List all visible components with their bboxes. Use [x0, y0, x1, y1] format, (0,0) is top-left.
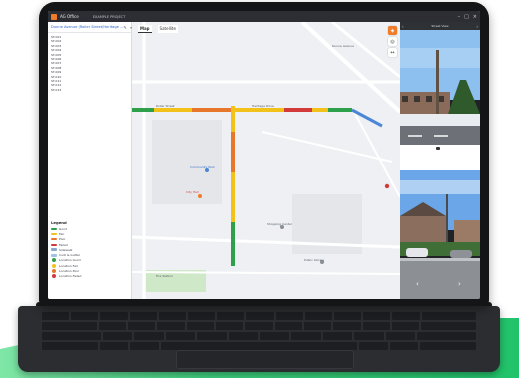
street-view-header: ‹ Street View › — [400, 22, 480, 30]
legend-swatch — [52, 258, 56, 263]
legend-label: Good — [59, 226, 67, 231]
legend-label: Poor — [59, 237, 66, 242]
map-label-5: City Hall — [186, 190, 199, 194]
legend-label: Location Good — [59, 258, 81, 263]
legend-label: Curb & Gutter — [59, 253, 81, 258]
edit-icon[interactable]: ✎ — [123, 25, 126, 30]
panel-divider — [400, 145, 480, 170]
project-label[interactable]: Dunne Avenue (Roller Street/Heritage ... — [51, 25, 123, 29]
legend-label: Failed — [59, 242, 68, 247]
pan-right-icon[interactable]: › — [458, 280, 461, 288]
legend-label: Location Failed — [59, 274, 82, 279]
tab-satellite[interactable]: Satellite — [157, 25, 178, 33]
street-view-panel: ‹ Street View › ‹ › — [400, 22, 480, 299]
legend-label: Fair — [59, 231, 65, 236]
legend-title: Legend — [51, 220, 67, 225]
legend-swatch — [52, 269, 56, 274]
laptop-screen: AG Office EXAMPLE PROJECT – □ × Dunne Av… — [48, 11, 480, 299]
street-view-title: Street View — [431, 24, 449, 28]
tab-map[interactable]: Map — [138, 25, 152, 33]
minimize-icon[interactable]: – — [458, 14, 461, 20]
pin-icon — [384, 183, 390, 189]
street-view-image-top[interactable] — [400, 30, 480, 145]
legend-label: Location Poor — [59, 269, 80, 274]
keyboard-keys — [42, 312, 477, 350]
project-sidebar: Dunne Avenue (Roller Street/Heritage ...… — [48, 22, 133, 299]
map-label-8: Fire Station — [156, 274, 173, 278]
next-icon[interactable]: › — [476, 24, 478, 29]
close-icon[interactable]: × — [473, 14, 477, 20]
touchpad — [176, 350, 354, 369]
map-view[interactable]: Map Satellite ◈ ◎ ↔ Roller Street Herita… — [132, 22, 400, 299]
legend-swatch — [51, 238, 57, 241]
map-canvas[interactable] — [132, 22, 400, 299]
map-legend: Legend Good Fair Poor Failed Sidewalk Curb & … — [51, 220, 127, 279]
legend-label: Location Fair — [59, 263, 78, 268]
layers-icon[interactable]: ◈ — [388, 26, 397, 35]
legend-item: Location Failed — [51, 274, 127, 279]
map-label-4: Community Park — [190, 165, 215, 169]
map-label-1: Roller Street — [156, 104, 175, 108]
map-label-6: Shopping Center — [267, 222, 293, 226]
product-shot: AG Office EXAMPLE PROJECT – □ × Dunne Av… — [0, 0, 519, 378]
legend-swatch — [52, 263, 56, 268]
legend-swatch — [52, 274, 56, 279]
map-label-3: Dunne Avenue — [332, 44, 354, 48]
map-tools: ◈ ◎ ↔ — [388, 26, 397, 57]
segment-list: ST-001 ST-002 ST-003 ST-004 ST-005 ST-006 ST-0… — [48, 33, 131, 94]
maximize-icon[interactable]: □ — [464, 14, 469, 20]
legend-swatch — [51, 227, 57, 230]
window-controls: – □ × — [458, 14, 477, 20]
keyboard-base — [18, 306, 500, 372]
map-type-tabs: Map Satellite — [138, 25, 178, 33]
app-logo-icon — [51, 13, 57, 20]
legend-swatch — [51, 243, 57, 246]
location-icon[interactable]: ◎ — [388, 37, 397, 46]
sidebar-header: Dunne Avenue (Roller Street/Heritage ...… — [48, 22, 133, 33]
pin-icon — [198, 194, 202, 198]
legend-swatch — [51, 248, 57, 252]
pan-left-icon[interactable]: ‹ — [416, 280, 419, 288]
project-tab[interactable]: EXAMPLE PROJECT — [93, 15, 126, 19]
previous-icon[interactable]: ‹ — [402, 24, 404, 29]
legend-swatch — [51, 232, 57, 235]
map-label-2: Heritage Drive — [252, 104, 274, 108]
app-title: AG Office — [60, 14, 79, 19]
legend-swatch — [51, 253, 57, 257]
measure-icon[interactable]: ↔ — [388, 48, 397, 57]
segment-list-item[interactable]: ST-013 — [51, 88, 128, 92]
legend-label: Sidewalk — [59, 247, 73, 252]
street-view-image-bottom[interactable]: ‹ › — [400, 170, 480, 299]
app-titlebar: AG Office EXAMPLE PROJECT – □ × — [48, 11, 480, 22]
map-label-7: Public Library — [304, 258, 325, 262]
